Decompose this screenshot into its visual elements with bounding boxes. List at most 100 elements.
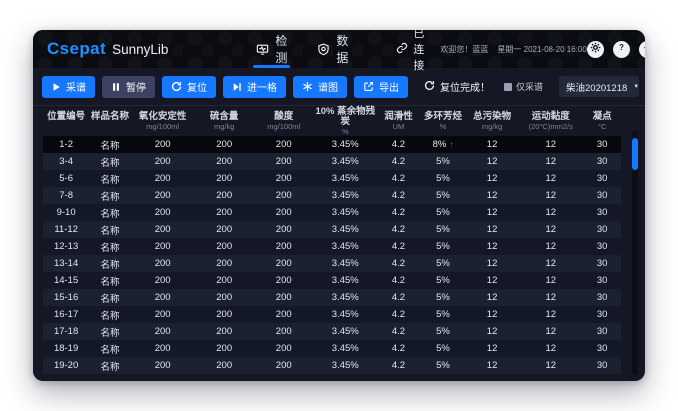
minimize-button[interactable] [639, 41, 645, 58]
table-cell: 名称 [89, 291, 131, 305]
table-cell: 200 [131, 275, 195, 286]
spectrum-icon [302, 81, 313, 92]
settings-button[interactable] [587, 41, 604, 58]
table-cell: 4.2 [377, 292, 420, 303]
table-cell: 30 [583, 207, 621, 218]
table-row[interactable]: 13-14名称2002002003.45%4.25%121230 [43, 255, 621, 272]
link-icon [396, 42, 408, 57]
table-cell: 200 [131, 190, 195, 201]
table-cell: 12 [518, 241, 583, 252]
table-row[interactable]: 15-16名称2002002003.45%4.25%121230 [43, 289, 621, 306]
table-cell: 200 [254, 224, 314, 235]
table-cell: 4.2 [377, 156, 420, 167]
scrollbar-thumb[interactable] [632, 138, 638, 170]
column-header: 总污染物mg/kg [466, 112, 518, 130]
detection-monitor-icon [256, 43, 269, 56]
step-forward-button[interactable]: 进一格 [223, 76, 286, 98]
table-cell: 200 [131, 292, 195, 303]
table-cell: 200 [254, 343, 314, 354]
table-cell: 12 [466, 190, 518, 201]
table-cell: 19-20 [43, 360, 89, 371]
table-cell: 30 [583, 360, 621, 371]
column-header: 酸度mg/100ml [254, 112, 314, 130]
chevron-down-icon: ▼ [633, 84, 639, 90]
table-cell: 4.2 [377, 275, 420, 286]
table-cell: 200 [254, 292, 314, 303]
table-cell: 3.45% [313, 207, 377, 218]
table-cell: 5% [420, 258, 466, 269]
table-row[interactable]: 18-19名称2002002003.45%4.25%121230 [43, 340, 621, 357]
gear-icon [590, 40, 601, 58]
table-cell: 12 [466, 292, 518, 303]
vertical-scrollbar[interactable] [632, 130, 638, 375]
table-row[interactable]: 1-2名称2002002003.45%4.28%↑121230 [43, 136, 621, 153]
table-row[interactable]: 14-15名称2002002003.45%4.25%121230 [43, 272, 621, 289]
table-cell: 30 [583, 258, 621, 269]
tab-data-label: 数据 [336, 32, 348, 66]
table-cell: 名称 [89, 172, 131, 186]
table-cell: 12 [518, 224, 583, 235]
table-row[interactable]: 3-4名称2002002003.45%4.25%121230 [43, 153, 621, 170]
table-cell: 200 [194, 309, 254, 320]
table-cell: 4.2 [377, 343, 420, 354]
column-header: 硫含量mg/kg [194, 112, 254, 130]
data-shield-icon [317, 43, 330, 56]
table-cell: 200 [131, 343, 195, 354]
column-header-unit: mg/kg [466, 123, 518, 131]
table-cell: 12 [518, 275, 583, 286]
table-cell: 4.2 [377, 190, 420, 201]
table-cell: 3-4 [43, 156, 89, 167]
table-cell: 名称 [89, 325, 131, 339]
column-header-label: 硫含量 [194, 112, 254, 122]
main-tabs: 检测 数据 [256, 30, 348, 68]
table-cell: 30 [583, 326, 621, 337]
table-cell: 200 [194, 173, 254, 184]
table-cell: 12-13 [43, 241, 89, 252]
capture-button[interactable]: 采谱 [42, 76, 95, 98]
table-cell: 200 [254, 309, 314, 320]
table-cell: 名称 [89, 274, 131, 288]
table-cell: 200 [131, 258, 195, 269]
table-row[interactable]: 19-20名称2002002003.45%4.25%121230 [43, 357, 621, 374]
spectrum-button[interactable]: 谱图 [293, 76, 347, 98]
table-cell: 5% [420, 173, 466, 184]
table-row[interactable]: 9-10名称2002002003.45%4.25%121230 [43, 204, 621, 221]
column-header-unit [43, 123, 89, 130]
toolbar-buttons: 采谱暂停复位进一格谱图 导出 [42, 76, 408, 98]
table-cell: 200 [131, 360, 195, 371]
tab-detection[interactable]: 检测 [256, 30, 287, 68]
table-cell: 200 [254, 258, 314, 269]
export-button-label: 导出 [379, 79, 399, 94]
app-window: Csepat SunnyLib 检测 [33, 30, 645, 381]
column-header: 凝点°C [583, 112, 621, 130]
table-row[interactable]: 11-12名称2002002003.45%4.25%121230 [43, 221, 621, 238]
table-cell: 12 [518, 173, 583, 184]
table-cell: 4.2 [377, 139, 420, 150]
table-cell: 12 [466, 343, 518, 354]
export-button[interactable]: 导出 [354, 76, 408, 98]
table-cell: 200 [131, 207, 195, 218]
table-cell: 30 [583, 343, 621, 354]
tab-data[interactable]: 数据 [317, 30, 348, 68]
table-cell: 12 [466, 173, 518, 184]
reset-button[interactable]: 复位 [162, 76, 216, 98]
table-cell: 16-17 [43, 309, 89, 320]
table-cell: 3.45% [313, 241, 377, 252]
table-row[interactable]: 5-6名称2002002003.45%4.25%121230 [43, 170, 621, 187]
sample-dropdown[interactable]: 柴油20201218 ▼ [559, 76, 639, 97]
pause-button[interactable]: 暂停 [102, 76, 155, 98]
table-row[interactable]: 12-13名称2002002003.45%4.25%121230 [43, 238, 621, 255]
only-capture-checkbox[interactable]: 仅采谱 [504, 80, 543, 93]
table-cell: 3.45% [313, 309, 377, 320]
table-row[interactable]: 7-8名称2002002003.45%4.25%121230 [43, 187, 621, 204]
table-cell: 12 [466, 360, 518, 371]
column-header: 润滑性UM [377, 112, 420, 130]
table-row[interactable]: 16-17名称2002002003.45%4.25%121230 [43, 306, 621, 323]
export-icon [363, 81, 374, 92]
table-cell: 4.2 [377, 326, 420, 337]
table-cell: 名称 [89, 206, 131, 220]
table-cell: 200 [194, 207, 254, 218]
table-cell: 4.2 [377, 309, 420, 320]
help-button[interactable]: ? [613, 41, 630, 58]
table-row[interactable]: 17-18名称2002002003.45%4.25%121230 [43, 323, 621, 340]
